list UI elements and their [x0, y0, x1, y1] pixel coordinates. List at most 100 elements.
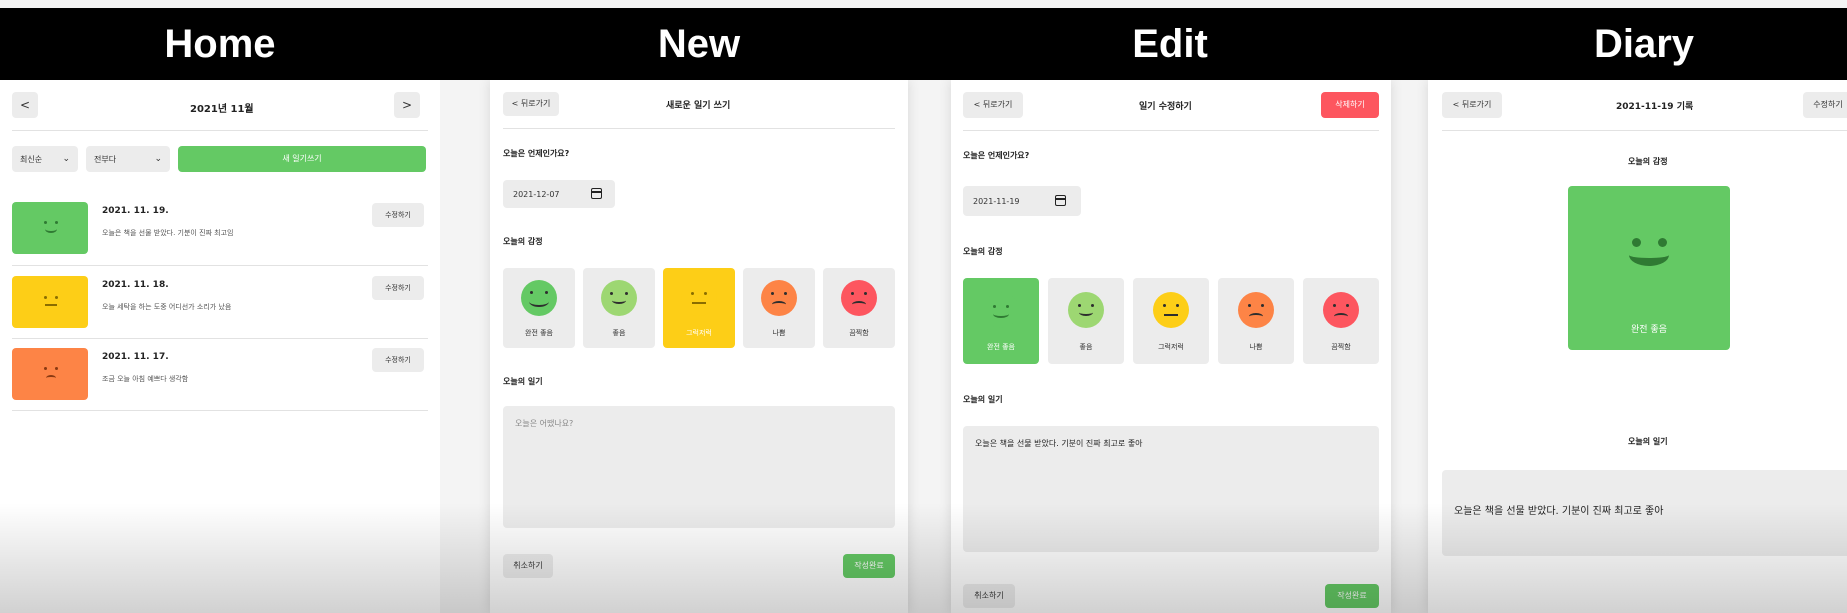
diary-page-title: 2021-11-19 기록 — [1616, 102, 1694, 112]
emotion-section-label: 오늘의 감정 — [503, 237, 543, 246]
very-happy-face-icon — [1618, 218, 1680, 280]
diary-header-divider — [1442, 130, 1847, 131]
angry-face-icon — [841, 280, 877, 316]
emotion-label: 나쁨 — [772, 329, 786, 337]
submit-button[interactable]: 작성완료 — [1325, 584, 1379, 608]
emotion-option[interactable]: 끔찍함 — [1303, 278, 1379, 364]
entry-date[interactable]: 2021. 11. 17. — [102, 352, 169, 362]
date-input-value: 2021-11-19 — [973, 196, 1020, 206]
home-panel: < 2021년 11월 > 최신순 ⌄ 전부다 ⌄ 새 일기쓰기 2021. 1… — [0, 80, 440, 613]
entry-edit-button[interactable]: 수정하기 — [372, 348, 424, 372]
submit-button[interactable]: 작성완료 — [843, 554, 895, 578]
diary-section-label: 오늘의 일기 — [963, 395, 1003, 404]
emotion-label: 끔찍함 — [1331, 343, 1351, 351]
entry-divider — [12, 265, 428, 266]
emotion-label: 그럭저럭 — [686, 329, 712, 337]
sad-face-icon — [1238, 292, 1274, 328]
filter-select[interactable]: 전부다 ⌄ — [86, 146, 170, 172]
emotion-label: 나쁨 — [1249, 343, 1263, 351]
diary-content: 오늘은 책을 선물 받았다. 기분이 진짜 최고로 좋아 — [1454, 506, 1664, 517]
sort-select-value: 최신순 — [20, 154, 43, 164]
emotion-label: 완전 좋음 — [525, 329, 553, 337]
emotion-label: 완전 좋음 — [987, 343, 1015, 351]
entry-text[interactable]: 오늘 세탁을 하는 도중 어디선가 소리가 났음 — [102, 302, 231, 312]
diary-textarea[interactable]: 오늘은 책을 선물 받았다. 기분이 진짜 최고로 좋아 — [963, 426, 1379, 552]
chevron-down-icon: ⌄ — [154, 154, 162, 164]
emotion-label: 그럭저럭 — [1158, 343, 1184, 351]
happy-face-icon — [40, 216, 62, 238]
prev-month-button[interactable]: < — [12, 92, 38, 118]
entry-edit-button[interactable]: 수정하기 — [372, 276, 424, 300]
date-section-label: 오늘은 언제인가요? — [963, 151, 1030, 160]
diary-section-label: 오늘의 일기 — [503, 377, 543, 386]
entry-text[interactable]: 오늘은 책을 선물 받았다. 기분이 진짜 최고임 — [102, 228, 234, 238]
edit-button[interactable]: 수정하기 — [1803, 92, 1847, 118]
date-input[interactable]: 2021-11-19 — [963, 186, 1081, 216]
new-page-title: 새로운 일기 쓰기 — [666, 101, 731, 111]
date-input-value: 2021-12-07 — [513, 189, 560, 199]
sad-face-icon — [40, 362, 62, 384]
very-happy-face-icon — [521, 280, 557, 316]
entry-emotion-thumb[interactable] — [12, 276, 88, 328]
tab-title-diary: Diary — [1593, 22, 1695, 66]
chevron-down-icon: ⌄ — [62, 154, 70, 164]
neutral-face-icon — [40, 290, 62, 312]
emotion-option[interactable]: 끔찍함 — [823, 268, 895, 348]
next-month-button[interactable]: > — [394, 92, 420, 118]
calendar-icon[interactable] — [1055, 195, 1066, 206]
back-button[interactable]: < 뒤로가기 — [1442, 92, 1502, 118]
emotion-section-label: 오늘의 감정 — [1628, 157, 1668, 166]
emotion-option[interactable]: 나쁨 — [1218, 278, 1294, 364]
emotion-label: 좋음 — [1079, 343, 1093, 351]
emotion-label: 좋음 — [612, 329, 626, 337]
edit-panel: < 뒤로가기 일기 수정하기 삭제하기 오늘은 언제인가요? 2021-11-1… — [951, 80, 1391, 613]
filter-select-value: 전부다 — [94, 154, 117, 164]
back-button[interactable]: < 뒤로가기 — [503, 92, 559, 116]
emotion-label: 끔찍함 — [849, 329, 869, 337]
entry-emotion-thumb[interactable] — [12, 202, 88, 254]
diary-panel: < 뒤로가기 2021-11-19 기록 수정하기 오늘의 감정 완전 좋음 오… — [1428, 80, 1847, 613]
cancel-button[interactable]: 취소하기 — [963, 584, 1015, 608]
back-button[interactable]: < 뒤로가기 — [963, 92, 1023, 118]
new-diary-button[interactable]: 새 일기쓰기 — [178, 146, 426, 172]
neutral-face-icon — [1153, 292, 1189, 328]
diary-textarea[interactable]: 오늘은 어땠나요? — [503, 406, 895, 528]
entry-date[interactable]: 2021. 11. 18. — [102, 280, 169, 290]
sad-face-icon — [761, 280, 797, 316]
entry-edit-button[interactable]: 수정하기 — [372, 203, 424, 227]
screenshot-root: < 2021년 11월 > 최신순 ⌄ 전부다 ⌄ 새 일기쓰기 2021. 1… — [0, 0, 1847, 613]
delete-button[interactable]: 삭제하기 — [1321, 92, 1379, 118]
edit-page-title: 일기 수정하기 — [1139, 102, 1192, 112]
entry-divider — [12, 410, 428, 411]
very-happy-face-icon — [983, 292, 1019, 328]
angry-face-icon — [1323, 292, 1359, 328]
emotion-label: 완전 좋음 — [1631, 325, 1667, 335]
emotion-option[interactable]: 나쁨 — [743, 268, 815, 348]
calendar-icon[interactable] — [591, 188, 602, 199]
diary-content: 오늘은 책을 선물 받았다. 기분이 진짜 최고로 좋아 — [975, 439, 1143, 448]
emotion-option-selected[interactable]: 완전 좋음 — [963, 278, 1039, 364]
entry-text[interactable]: 조금 오늘 아침 예쁘다 생각함 — [102, 374, 188, 384]
happy-face-icon — [1068, 292, 1104, 328]
tab-title-home: Home — [164, 22, 276, 66]
home-month-title: 2021년 11월 — [190, 104, 254, 115]
emotion-option-selected[interactable]: 그럭저럭 — [663, 268, 735, 348]
emotion-section-label: 오늘의 감정 — [963, 247, 1003, 256]
entry-date[interactable]: 2021. 11. 19. — [102, 206, 169, 216]
entry-divider — [12, 338, 428, 339]
emotion-option[interactable]: 완전 좋음 — [503, 268, 575, 348]
edit-header-divider — [963, 130, 1379, 131]
emotion-option[interactable]: 좋음 — [583, 268, 655, 348]
date-section-label: 오늘은 언제인가요? — [503, 149, 570, 158]
emotion-option[interactable]: 그럭저럭 — [1133, 278, 1209, 364]
new-header-divider — [503, 128, 895, 129]
happy-face-icon — [601, 280, 637, 316]
neutral-face-icon — [681, 280, 717, 316]
sort-select[interactable]: 최신순 ⌄ — [12, 146, 78, 172]
date-input[interactable]: 2021-12-07 — [503, 180, 615, 208]
cancel-button[interactable]: 취소하기 — [503, 554, 553, 578]
diary-placeholder: 오늘은 어땠나요? — [515, 419, 574, 428]
emotion-option[interactable]: 좋음 — [1048, 278, 1124, 364]
entry-emotion-thumb[interactable] — [12, 348, 88, 400]
diary-section-label: 오늘의 일기 — [1628, 437, 1668, 446]
